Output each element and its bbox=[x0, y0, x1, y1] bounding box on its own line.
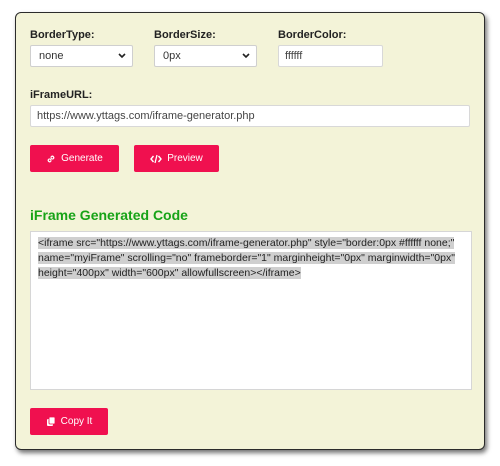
generate-button[interactable]: Generate bbox=[30, 145, 119, 172]
generated-code-textarea[interactable]: <iframe src="https://www.yttags.com/ifra… bbox=[30, 231, 472, 390]
copy-icon bbox=[46, 416, 56, 426]
border-size-value: 0px bbox=[163, 50, 181, 62]
iframe-generator-panel: BorderType: none BorderSize: 0px BorderC… bbox=[15, 12, 485, 450]
generate-label: Generate bbox=[61, 153, 103, 164]
generated-code-heading: iFrame Generated Code bbox=[30, 207, 188, 223]
chevron-down-icon bbox=[118, 53, 126, 59]
iframe-url-input[interactable]: https://www.yttags.com/iframe-generator.… bbox=[30, 105, 470, 127]
iframe-url-label: iFrameURL: bbox=[30, 89, 93, 101]
chevron-down-icon bbox=[242, 53, 250, 59]
border-size-select[interactable]: 0px bbox=[154, 45, 257, 67]
preview-button[interactable]: Preview bbox=[134, 145, 219, 172]
code-icon bbox=[150, 154, 163, 163]
preview-label: Preview bbox=[167, 153, 203, 164]
copy-label: Copy It bbox=[60, 416, 93, 427]
border-size-label: BorderSize: bbox=[154, 29, 216, 41]
border-type-label: BorderType: bbox=[30, 29, 95, 41]
border-color-input[interactable]: ffffff bbox=[278, 45, 383, 67]
border-type-value: none bbox=[39, 50, 64, 62]
border-type-select[interactable]: none bbox=[30, 45, 133, 67]
copy-button[interactable]: Copy It bbox=[30, 408, 108, 435]
border-color-label: BorderColor: bbox=[278, 29, 347, 41]
generated-code-text: <iframe src="https://www.yttags.com/ifra… bbox=[38, 237, 455, 279]
link-icon bbox=[47, 155, 55, 162]
